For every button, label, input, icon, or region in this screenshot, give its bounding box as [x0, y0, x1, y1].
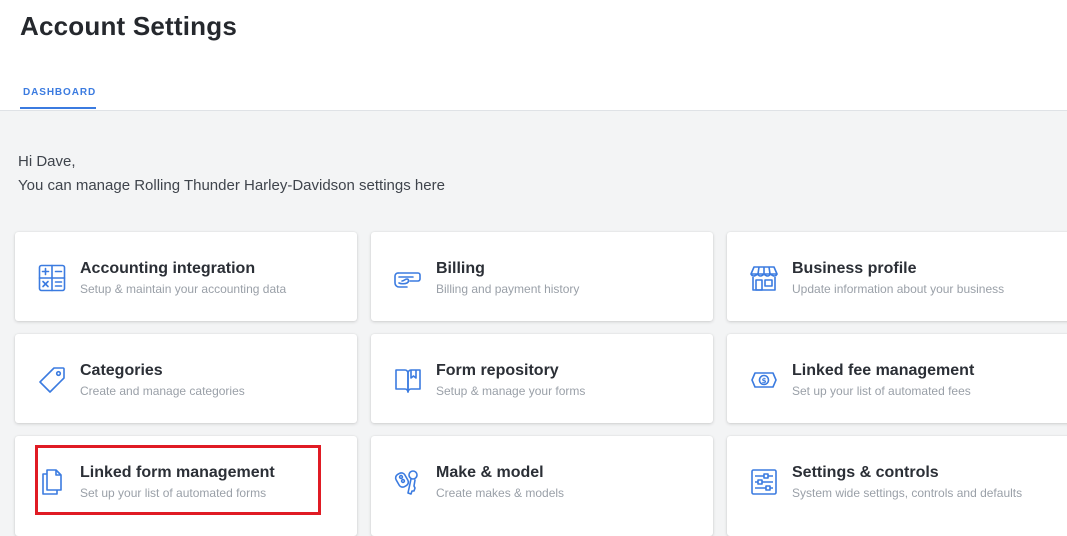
card-title: Billing — [436, 260, 485, 277]
card-title: Business profile — [792, 260, 917, 277]
card-title: Form repository — [436, 362, 559, 379]
card-description: System wide settings, controls and defau… — [792, 486, 1023, 500]
card-description: Setup & maintain your accounting data — [80, 282, 287, 296]
card-description: Update information about your business — [792, 282, 1005, 296]
card-title: Linked form management — [80, 464, 275, 481]
card-description: Setup & manage your forms — [436, 384, 586, 398]
card-form-repository[interactable]: Form repository Setup & manage your form… — [371, 334, 713, 423]
card-title: Categories — [80, 362, 163, 379]
card-description: Billing and payment history — [436, 282, 580, 296]
sliders-icon — [749, 467, 779, 497]
card-description: Set up your list of automated forms — [80, 486, 267, 500]
dollar-bill-icon: $ — [749, 365, 779, 395]
card-categories[interactable]: Categories Create and manage categories — [15, 334, 357, 423]
card-settings-and-controls[interactable]: Settings & controls System wide settings… — [727, 436, 1067, 536]
greeting: Hi Dave, You can manage Rolling Thunder … — [18, 150, 445, 198]
card-title: Settings & controls — [792, 464, 939, 481]
card-description: Set up your list of automated fees — [792, 384, 971, 398]
page-header: Account Settings DASHBOARD — [0, 0, 1067, 111]
card-title: Linked fee management — [792, 362, 975, 379]
book-icon — [393, 365, 423, 395]
tab-dashboard-label: DASHBOARD — [23, 87, 97, 98]
svg-text:$: $ — [762, 377, 767, 385]
card-description: Create makes & models — [436, 486, 565, 500]
storefront-icon — [749, 263, 779, 293]
keys-icon — [393, 467, 423, 497]
greeting-line-2: You can manage Rolling Thunder Harley-Da… — [18, 177, 445, 194]
credit-card-icon — [393, 263, 423, 293]
card-billing[interactable]: Billing Billing and payment history — [371, 232, 713, 321]
page-title: Account Settings — [20, 11, 237, 41]
tag-icon — [37, 365, 67, 395]
card-description: Create and manage categories — [80, 384, 245, 398]
documents-icon — [37, 467, 67, 497]
card-accounting-integration[interactable]: Accounting integration Setup & maintain … — [15, 232, 357, 321]
card-title: Accounting integration — [80, 260, 256, 277]
greeting-line-1: Hi Dave, — [18, 153, 76, 170]
card-make-and-model[interactable]: Make & model Create makes & models — [371, 436, 713, 536]
card-business-profile[interactable]: Business profile Update information abou… — [727, 232, 1067, 321]
card-linked-fee-management[interactable]: $ Linked fee management Set up your list… — [727, 334, 1067, 423]
calculator-icon — [37, 263, 67, 293]
tab-dashboard[interactable]: DASHBOARD — [20, 85, 96, 109]
card-linked-form-management[interactable]: Linked form management Set up your list … — [15, 436, 357, 536]
card-title: Make & model — [436, 464, 544, 481]
